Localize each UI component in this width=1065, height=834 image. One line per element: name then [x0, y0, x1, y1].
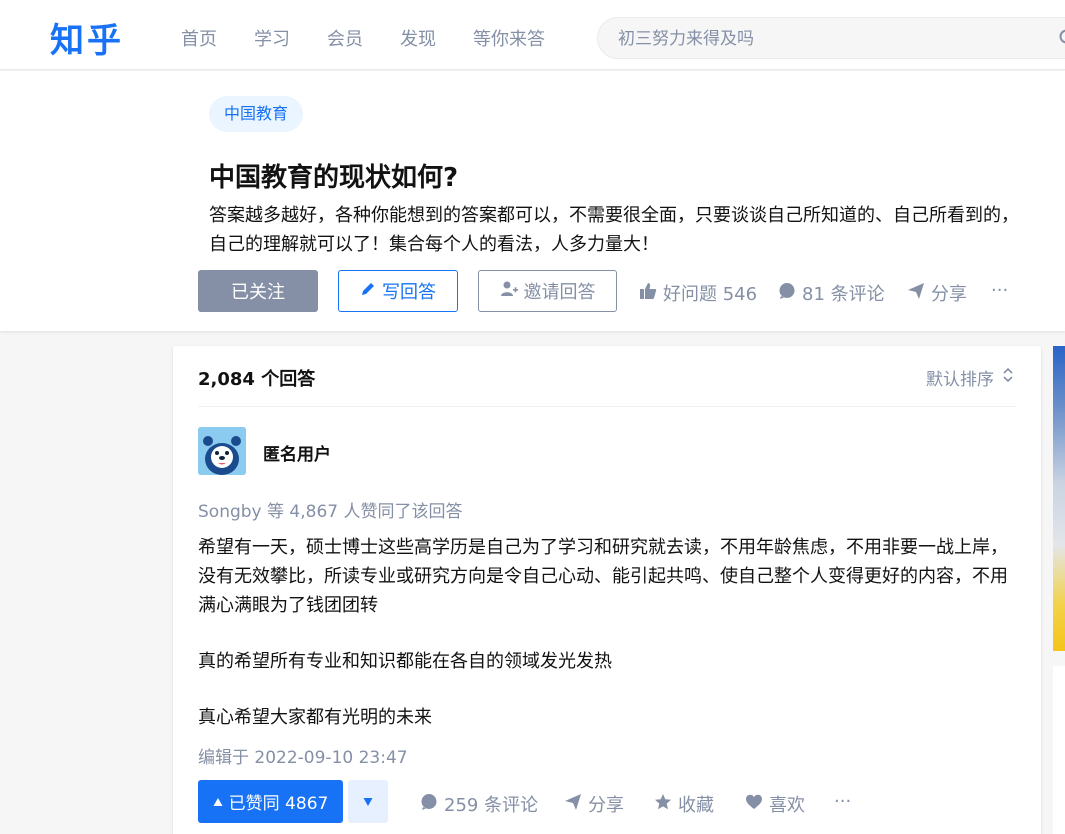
- upvote-label: 已赞同 4867: [228, 794, 329, 814]
- sort-label: 默认排序: [926, 370, 994, 390]
- top-bar: 知乎 首页 学习 会员 发现 等你来答: [0, 0, 1065, 70]
- add-user-icon: [500, 280, 518, 303]
- answer-actions: 已赞同 4867 259 条评论 分享 收藏 喜欢 ···: [198, 780, 1018, 824]
- invite-answer-button[interactable]: 邀请回答: [478, 270, 617, 312]
- question-comments-label: 81 条评论: [802, 284, 885, 305]
- voters-summary: Songby 等 4,867 人赞同了该回答: [198, 502, 463, 522]
- answer-card: 2,084 个回答 默认排序 匿名用户 Songby 等 4,867 人赞同了该…: [173, 346, 1041, 834]
- answer-comments-button[interactable]: 259 条评论: [420, 791, 538, 817]
- question-more-button[interactable]: ···: [991, 280, 1008, 301]
- write-answer-button[interactable]: 写回答: [338, 270, 458, 312]
- star-icon: [654, 793, 672, 816]
- search-input[interactable]: [618, 26, 1038, 52]
- edit-timestamp[interactable]: 编辑于 2022-09-10 23:47: [198, 743, 408, 768]
- good-question-label: 好问题 546: [663, 284, 758, 305]
- share-icon: [564, 793, 582, 816]
- search-box: [597, 17, 1065, 59]
- like-label: 喜欢: [769, 795, 805, 816]
- comment-icon: [778, 282, 796, 305]
- nav-discover[interactable]: 发现: [400, 25, 436, 51]
- question-header: 中国教育 中国教育的现状如何? 答案越多越好，各种你能想到的答案都可以，不需要很…: [0, 71, 1065, 331]
- upvote-button[interactable]: 已赞同 4867: [198, 780, 343, 823]
- answer-paragraph: 希望有一天，硕士博士这些高学历是自己为了学习和研究就去读，不用年龄焦虑，不用非要…: [198, 537, 1008, 616]
- invite-answer-label: 邀请回答: [523, 282, 596, 303]
- question-detail: 答案越多越好，各种你能想到的答案都可以，不需要很全面，只要谈谈自己所知道的、自己…: [209, 205, 1019, 255]
- sort-chevron-icon: [1002, 367, 1014, 388]
- question-comments-button[interactable]: 81 条评论: [778, 280, 885, 306]
- triangle-down-icon: [363, 797, 373, 806]
- share-icon: [907, 282, 925, 305]
- nav-membership[interactable]: 会员: [327, 25, 363, 51]
- answer-share-label: 分享: [588, 795, 624, 816]
- pencil-icon: [360, 281, 376, 302]
- nav-home[interactable]: 首页: [181, 25, 217, 51]
- answer-content: 希望有一天，硕士博士这些高学历是自己为了学习和研究就去读，不用年龄焦虑，不用非要…: [198, 533, 1013, 732]
- topic-tag[interactable]: 中国教育: [209, 96, 304, 132]
- write-answer-label: 写回答: [382, 282, 436, 303]
- comment-icon: [420, 793, 438, 816]
- collect-label: 收藏: [678, 795, 714, 816]
- answer-paragraph: 真的希望所有专业和知识都能在各自的领域发光发热: [198, 651, 612, 672]
- thumb-up-icon: [639, 282, 657, 305]
- sidebar-banner-image[interactable]: [1053, 346, 1065, 651]
- answers-header: 2,084 个回答 默认排序: [198, 346, 1016, 407]
- answer-count: 2,084 个回答: [198, 369, 316, 390]
- nav-waiting-answers[interactable]: 等你来答: [473, 25, 545, 51]
- triangle-up-icon: [213, 792, 223, 812]
- question-actions: 已关注 写回答 邀请回答 好问题 546 81 条评论 分享 ···: [198, 270, 1058, 312]
- sidebar-card: [1053, 666, 1065, 834]
- question-share-button[interactable]: 分享: [907, 280, 967, 306]
- sort-dropdown[interactable]: 默认排序: [926, 365, 1014, 390]
- good-question-button[interactable]: 好问题 546: [639, 280, 757, 306]
- answer-comments-label: 259 条评论: [444, 795, 539, 816]
- answer-paragraph: 真心希望大家都有光明的未来: [198, 707, 432, 728]
- main-nav: 首页 学习 会员 发现 等你来答: [181, 25, 582, 51]
- answer-share-button[interactable]: 分享: [564, 791, 624, 817]
- followed-button[interactable]: 已关注: [198, 270, 318, 312]
- like-button[interactable]: 喜欢: [745, 791, 805, 817]
- author-name[interactable]: 匿名用户: [263, 440, 331, 465]
- nav-learn[interactable]: 学习: [254, 25, 290, 51]
- search-icon[interactable]: [1059, 29, 1065, 51]
- question-share-label: 分享: [931, 284, 967, 305]
- heart-icon: [745, 793, 763, 816]
- downvote-button[interactable]: [348, 780, 388, 823]
- question-title: 中国教育的现状如何?: [209, 163, 459, 193]
- avatar[interactable]: [198, 427, 246, 475]
- collect-button[interactable]: 收藏: [654, 791, 714, 817]
- answer-more-button[interactable]: ···: [834, 791, 851, 812]
- zhihu-logo[interactable]: 知乎: [50, 13, 124, 62]
